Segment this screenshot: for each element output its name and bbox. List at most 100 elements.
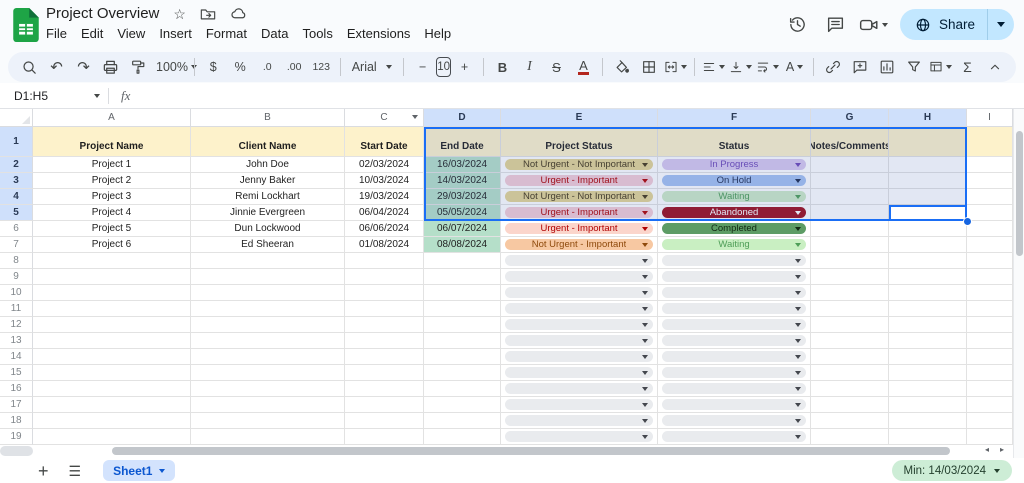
- dropdown-chip[interactable]: Urgent - Important: [505, 207, 653, 218]
- cell-D4[interactable]: 29/03/2024: [424, 189, 501, 205]
- cell-I5[interactable]: [967, 205, 1013, 221]
- percent-format-button[interactable]: %: [227, 55, 254, 79]
- cell-E7[interactable]: Not Urgent - Important: [501, 237, 658, 253]
- cell-E15[interactable]: [501, 365, 658, 381]
- cell-G3[interactable]: [811, 173, 889, 189]
- cell-D10[interactable]: [424, 285, 501, 301]
- cell-C7[interactable]: 01/08/2024: [345, 237, 424, 253]
- cell-C19[interactable]: [345, 429, 424, 445]
- row-header-9[interactable]: 9: [0, 269, 33, 285]
- functions-button[interactable]: Σ: [954, 55, 981, 79]
- cell-E2[interactable]: Not Urgent - Not Important: [501, 157, 658, 173]
- dropdown-chip[interactable]: [662, 367, 806, 378]
- column-header-I[interactable]: I: [967, 109, 1013, 127]
- cell-E11[interactable]: [501, 301, 658, 317]
- cell-I6[interactable]: [967, 221, 1013, 237]
- bold-button[interactable]: B: [489, 55, 516, 79]
- cell-A2[interactable]: Project 1: [33, 157, 191, 173]
- cell-D14[interactable]: [424, 349, 501, 365]
- italic-button[interactable]: I: [516, 55, 543, 79]
- column-header-B[interactable]: B: [191, 109, 345, 127]
- dropdown-chip[interactable]: [505, 255, 653, 266]
- insert-comment-icon[interactable]: [846, 55, 873, 79]
- cell-F7[interactable]: Waiting: [658, 237, 811, 253]
- cell-D9[interactable]: [424, 269, 501, 285]
- cell-D2[interactable]: 16/03/2024: [424, 157, 501, 173]
- dropdown-chip[interactable]: [505, 335, 653, 346]
- cell-I15[interactable]: [967, 365, 1013, 381]
- cell-H4[interactable]: [889, 189, 967, 205]
- cell-H7[interactable]: [889, 237, 967, 253]
- cell-F5[interactable]: Abandoned: [658, 205, 811, 221]
- dropdown-chip[interactable]: [662, 383, 806, 394]
- cell-G8[interactable]: [811, 253, 889, 269]
- dropdown-chip[interactable]: Not Urgent - Not Important: [505, 191, 653, 202]
- all-sheets-icon[interactable]: ☰: [69, 464, 82, 478]
- redo-button[interactable]: ↷: [70, 55, 97, 79]
- select-all-corner[interactable]: [0, 109, 33, 127]
- cell-G11[interactable]: [811, 301, 889, 317]
- cell-A1[interactable]: Project Name: [33, 127, 191, 157]
- dropdown-chip[interactable]: Abandoned: [662, 207, 806, 218]
- cell-F17[interactable]: [658, 397, 811, 413]
- dropdown-chip[interactable]: [662, 399, 806, 410]
- cell-D12[interactable]: [424, 317, 501, 333]
- cell-E19[interactable]: [501, 429, 658, 445]
- cell-A4[interactable]: Project 3: [33, 189, 191, 205]
- decrease-decimal-button[interactable]: .0: [254, 55, 281, 79]
- cell-D3[interactable]: 14/03/2024: [424, 173, 501, 189]
- cell-E9[interactable]: [501, 269, 658, 285]
- cell-C16[interactable]: [345, 381, 424, 397]
- dropdown-chip[interactable]: On Hold: [662, 175, 806, 186]
- column-header-D[interactable]: D: [424, 109, 501, 127]
- sheets-logo[interactable]: [13, 8, 39, 42]
- row-header-12[interactable]: 12: [0, 317, 33, 333]
- filter-icon[interactable]: [900, 55, 927, 79]
- undo-button[interactable]: ↶: [43, 55, 70, 79]
- cell-I18[interactable]: [967, 413, 1013, 429]
- version-history-icon[interactable]: [783, 10, 813, 40]
- cell-B4[interactable]: Remi Lockhart: [191, 189, 345, 205]
- cell-F3[interactable]: On Hold: [658, 173, 811, 189]
- dropdown-chip[interactable]: [505, 287, 653, 298]
- cell-F18[interactable]: [658, 413, 811, 429]
- cell-E6[interactable]: Urgent - Important: [501, 221, 658, 237]
- cell-B8[interactable]: [191, 253, 345, 269]
- add-sheet-button[interactable]: +: [38, 462, 49, 480]
- dropdown-chip[interactable]: Completed: [662, 223, 806, 234]
- cell-I2[interactable]: [967, 157, 1013, 173]
- cell-F16[interactable]: [658, 381, 811, 397]
- dropdown-chip[interactable]: [505, 351, 653, 362]
- cell-F4[interactable]: Waiting: [658, 189, 811, 205]
- cell-C4[interactable]: 19/03/2024: [345, 189, 424, 205]
- cell-C15[interactable]: [345, 365, 424, 381]
- text-color-button[interactable]: A: [570, 55, 597, 79]
- cell-D8[interactable]: [424, 253, 501, 269]
- increase-decimal-button[interactable]: .00: [281, 55, 308, 79]
- cell-C12[interactable]: [345, 317, 424, 333]
- cell-I14[interactable]: [967, 349, 1013, 365]
- cell-D13[interactable]: [424, 333, 501, 349]
- meet-call-control[interactable]: [859, 15, 888, 35]
- dropdown-chip[interactable]: Urgent - Important: [505, 175, 653, 186]
- zoom-select[interactable]: 100%: [151, 55, 197, 79]
- column-header-E[interactable]: E: [501, 109, 658, 127]
- cell-E18[interactable]: [501, 413, 658, 429]
- cell-G6[interactable]: [811, 221, 889, 237]
- row-header-2[interactable]: 2: [0, 157, 33, 173]
- cell-I11[interactable]: [967, 301, 1013, 317]
- cell-A17[interactable]: [33, 397, 191, 413]
- dropdown-chip[interactable]: [505, 319, 653, 330]
- cell-B10[interactable]: [191, 285, 345, 301]
- cell-A15[interactable]: [33, 365, 191, 381]
- cell-B14[interactable]: [191, 349, 345, 365]
- cell-C5[interactable]: 06/04/2024: [345, 205, 424, 221]
- dropdown-chip[interactable]: [662, 255, 806, 266]
- increase-font-size-button[interactable]: +: [451, 55, 478, 79]
- cell-B16[interactable]: [191, 381, 345, 397]
- cell-C10[interactable]: [345, 285, 424, 301]
- dropdown-chip[interactable]: [662, 271, 806, 282]
- cell-H6[interactable]: [889, 221, 967, 237]
- fill-handle[interactable]: [963, 217, 972, 226]
- dropdown-chip[interactable]: Not Urgent - Important: [505, 239, 653, 250]
